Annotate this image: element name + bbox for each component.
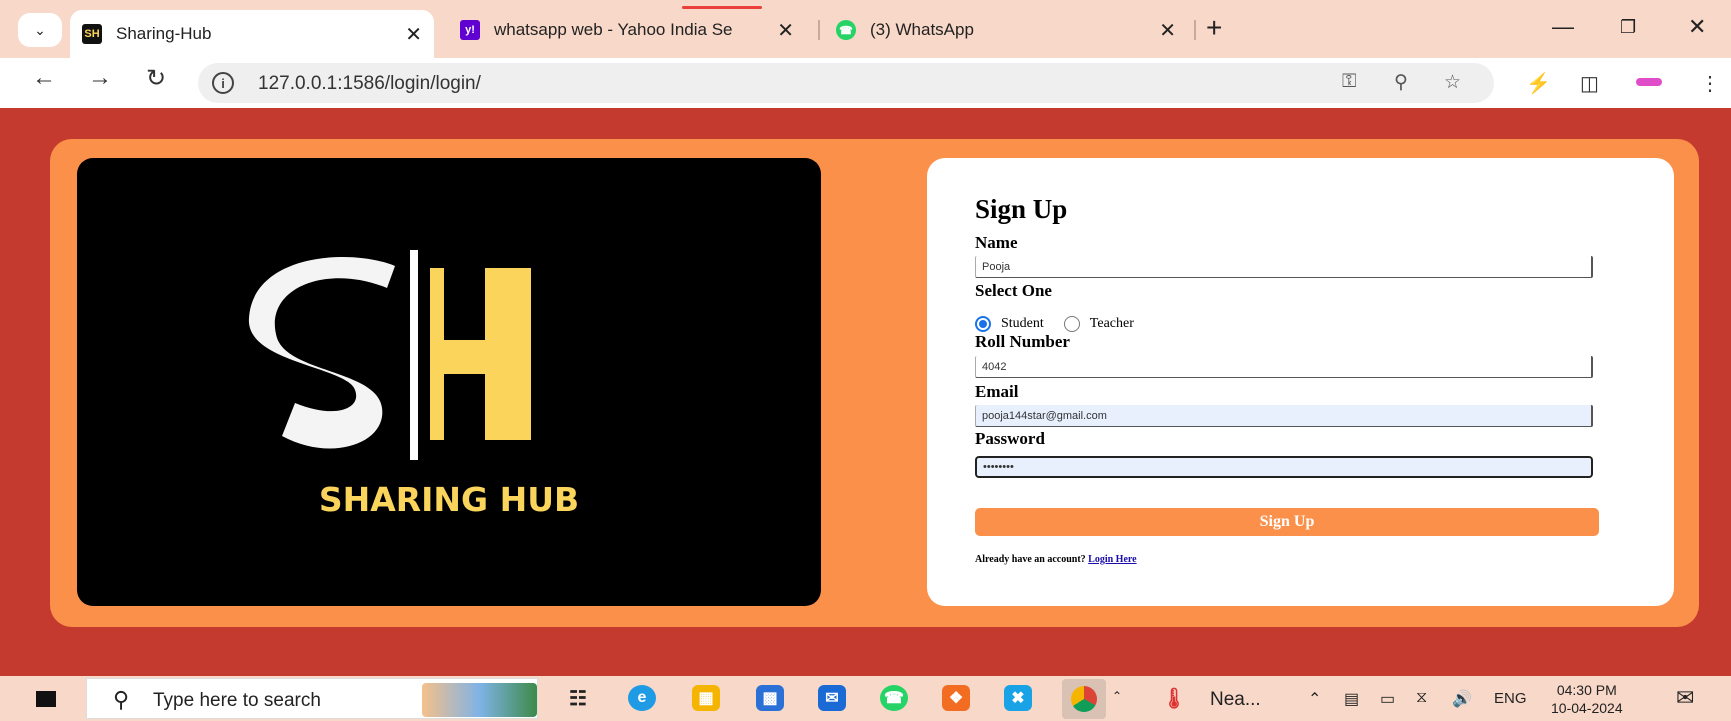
url-text: 127.0.0.1:1586/login/login/ xyxy=(258,73,481,94)
teacher-radio-label: Teacher xyxy=(1089,316,1134,331)
logo-wordmark: SHARING HUB xyxy=(318,480,580,519)
name-input[interactable] xyxy=(975,256,1593,278)
roll-number-label: Roll Number xyxy=(975,332,1070,351)
tab-yahoo[interactable]: y! whatsapp web - Yahoo India Se ✕ xyxy=(446,10,806,50)
tab-divider xyxy=(1194,20,1196,40)
tray-expand-icon[interactable]: ⌃ xyxy=(1308,689,1321,709)
letter-h-crossbar xyxy=(430,340,485,374)
tab-indicator-line xyxy=(682,6,762,9)
search-icon: ⚲ xyxy=(113,687,130,712)
windows-taskbar: ⚲ Type here to search ☷ e ▦ ▩ ✉ ☎ ❖ ✖ ⌃ … xyxy=(0,676,1731,721)
whatsapp-favicon-icon: ☎ xyxy=(836,20,856,40)
side-panel-icon[interactable]: ◫ xyxy=(1580,71,1599,96)
name-label: Name xyxy=(975,233,1018,252)
volume-icon[interactable]: 🔊 xyxy=(1452,689,1472,709)
new-tab-plus-icon[interactable]: + xyxy=(1206,12,1222,44)
role-radio-group: Student Teacher xyxy=(975,316,1154,332)
chevron-down-icon: ⌄ xyxy=(34,21,46,38)
password-input[interactable] xyxy=(975,456,1593,478)
tab-search-button[interactable]: ⌄ xyxy=(18,13,62,47)
system-clock[interactable]: 04:30 PM 10-04-2024 xyxy=(1551,681,1623,717)
file-explorer-icon[interactable]: ▦ xyxy=(692,685,720,711)
zoom-icon[interactable]: ⚲ xyxy=(1394,71,1408,94)
chrome-logo-icon xyxy=(1071,686,1097,712)
search-highlight-image xyxy=(422,683,537,717)
notification-icon[interactable]: ✉ xyxy=(1676,685,1694,711)
form-title: Sign Up xyxy=(975,194,1068,224)
email-input[interactable] xyxy=(975,405,1593,427)
tab-sharing-hub[interactable]: SH Sharing-Hub ✕ xyxy=(70,10,434,58)
tab-title: (3) WhatsApp xyxy=(870,20,974,39)
login-prompt: Already have an account? Login Here xyxy=(975,554,1137,565)
vscode-icon[interactable]: ✖ xyxy=(1004,685,1032,711)
microsoft-store-icon[interactable]: ▩ xyxy=(756,685,784,711)
address-bar[interactable]: i 127.0.0.1:1586/login/login/ ⚿ ⚲ ☆ xyxy=(198,63,1494,103)
extension-icon[interactable]: ⚡ xyxy=(1526,71,1551,96)
taskbar-search-placeholder: Type here to search xyxy=(153,690,321,711)
close-tab-icon[interactable]: ✕ xyxy=(405,22,422,47)
sign-up-button[interactable]: Sign Up xyxy=(975,508,1599,536)
divider-bar-shape xyxy=(410,250,418,460)
select-one-label: Select One xyxy=(975,281,1052,300)
task-view-icon[interactable]: ☷ xyxy=(564,685,592,711)
taskbar-search-box[interactable]: ⚲ Type here to search xyxy=(86,678,538,719)
reload-icon[interactable]: ↻ xyxy=(146,64,166,93)
clock-date: 10-04-2024 xyxy=(1551,700,1623,716)
page-background: SHARING HUB Sign Up Name Select One Stud… xyxy=(0,108,1731,676)
language-indicator[interactable]: ENG xyxy=(1494,690,1527,707)
browser-toolbar: ← → ↻ i 127.0.0.1:1586/login/login/ ⚿ ⚲ … xyxy=(0,58,1731,108)
menu-kebab-icon[interactable]: ⋮ xyxy=(1700,71,1720,96)
logo-panel: SHARING HUB xyxy=(77,158,821,606)
weather-thermometer-icon[interactable]: 🌡 xyxy=(1160,685,1188,711)
signup-card: SHARING HUB Sign Up Name Select One Stud… xyxy=(50,139,1699,627)
whatsapp-app-icon[interactable]: ☎ xyxy=(880,685,908,711)
student-radio[interactable] xyxy=(975,316,991,332)
restore-icon[interactable]: ❐ xyxy=(1620,17,1636,38)
forward-arrow-icon[interactable]: → xyxy=(88,64,112,92)
minimize-icon[interactable]: — xyxy=(1552,14,1574,40)
battery-icon[interactable]: ▭ xyxy=(1380,689,1395,709)
yahoo-favicon-icon: y! xyxy=(460,20,480,40)
xampp-icon[interactable]: ❖ xyxy=(942,685,970,711)
password-label: Password xyxy=(975,429,1045,448)
browser-tab-bar: ⌄ SH Sharing-Hub ✕ y! whatsapp web - Yah… xyxy=(0,0,1731,58)
bookmark-star-icon[interactable]: ☆ xyxy=(1444,71,1461,94)
letter-s-shape xyxy=(248,256,395,449)
back-arrow-icon[interactable]: ← xyxy=(32,64,56,92)
mail-icon[interactable]: ✉ xyxy=(818,685,846,711)
windows-start-icon[interactable] xyxy=(36,691,56,707)
close-tab-icon[interactable]: ✕ xyxy=(777,18,794,43)
roll-number-input[interactable] xyxy=(975,356,1593,378)
email-label: Email xyxy=(975,382,1019,401)
student-radio-label: Student xyxy=(1001,316,1044,331)
close-window-icon[interactable]: ✕ xyxy=(1688,14,1706,40)
tab-title: Sharing-Hub xyxy=(116,24,212,43)
tab-whatsapp[interactable]: ☎ (3) WhatsApp ✕ xyxy=(824,10,1188,50)
letter-h-right-stem xyxy=(485,268,531,440)
key-icon[interactable]: ⚿ xyxy=(1342,71,1356,93)
profile-avatar[interactable] xyxy=(1636,78,1662,86)
sharing-hub-favicon-icon: SH xyxy=(82,24,102,44)
edge-browser-icon[interactable]: e xyxy=(628,685,656,711)
weather-text[interactable]: Nea... xyxy=(1210,689,1261,711)
teacher-radio[interactable] xyxy=(1063,316,1080,332)
sharing-hub-logo xyxy=(248,250,531,460)
meet-icon[interactable]: ▤ xyxy=(1344,689,1359,709)
wifi-icon[interactable]: ⧖ xyxy=(1416,689,1427,707)
login-here-link[interactable]: Login Here xyxy=(1088,554,1136,565)
clock-time: 04:30 PM xyxy=(1556,682,1617,698)
signup-form-panel: Sign Up Name Select One Student Teacher … xyxy=(927,158,1674,606)
chrome-app-icon[interactable] xyxy=(1062,679,1106,719)
tab-divider xyxy=(818,20,820,40)
close-tab-icon[interactable]: ✕ xyxy=(1159,18,1176,43)
site-info-icon[interactable]: i xyxy=(212,72,234,94)
taskbar-scroll-icon[interactable]: ⌃ xyxy=(1112,689,1122,703)
tab-title: whatsapp web - Yahoo India Se xyxy=(494,20,733,39)
already-account-text: Already have an account? xyxy=(975,554,1086,565)
